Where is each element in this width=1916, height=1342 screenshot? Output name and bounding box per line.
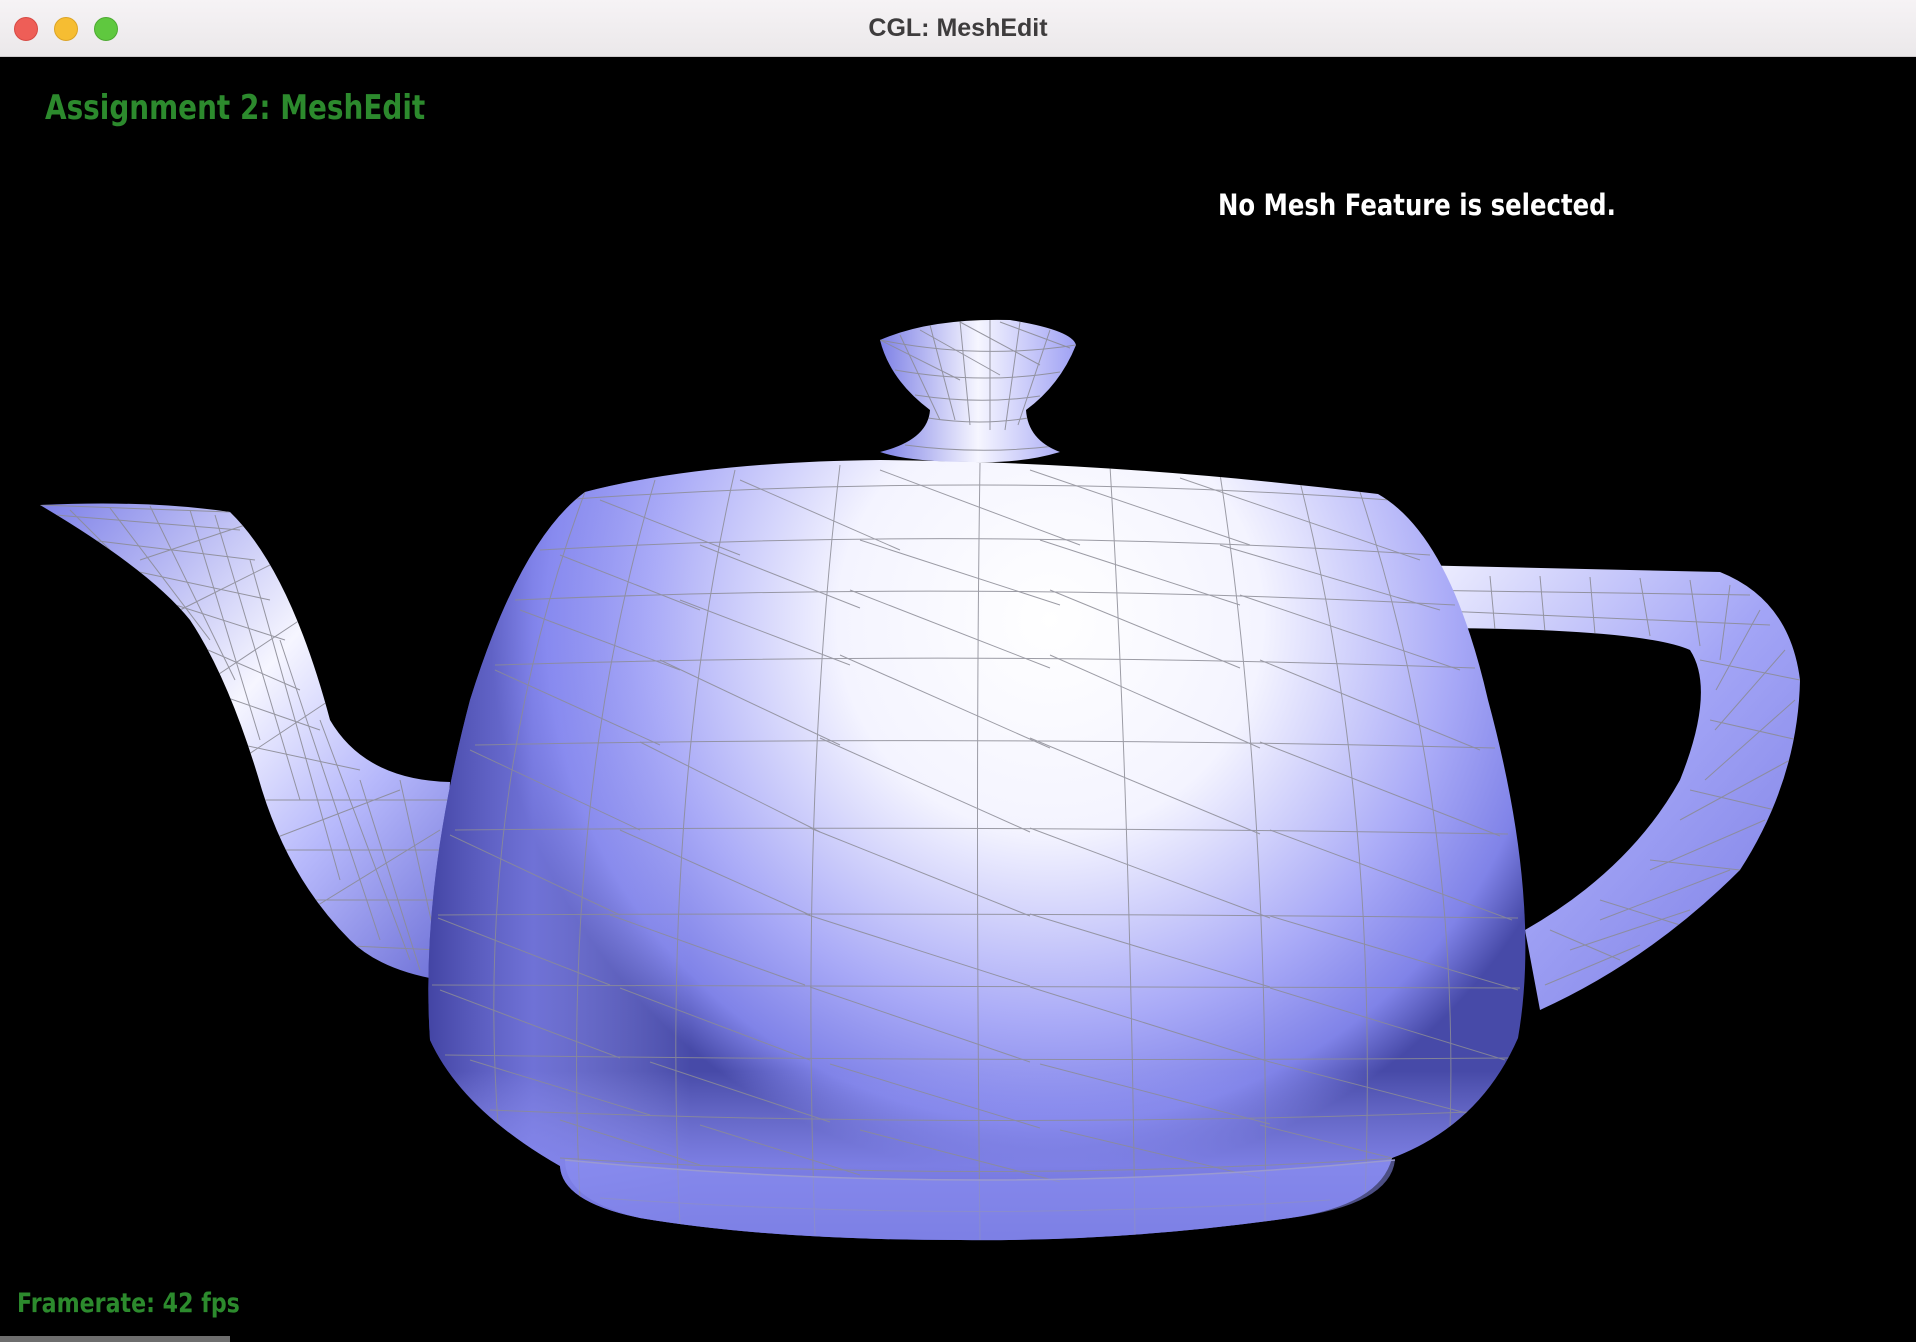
framerate-readout: Framerate: 42 fps: [17, 1288, 240, 1319]
teapot-mesh-render[interactable]: [0, 0, 1916, 1342]
bottom-edge-strip: [0, 1336, 230, 1342]
assignment-title: Assignment 2: MeshEdit: [45, 88, 426, 128]
teapot-lid-knob: [880, 319, 1076, 463]
teapot-spout: [40, 503, 450, 980]
selection-status: No Mesh Feature is selected.: [1218, 188, 1616, 222]
app-window: CGL: MeshEdit Assignment 2: MeshEdit No …: [0, 0, 1916, 1342]
teapot-body: [428, 460, 1526, 1241]
